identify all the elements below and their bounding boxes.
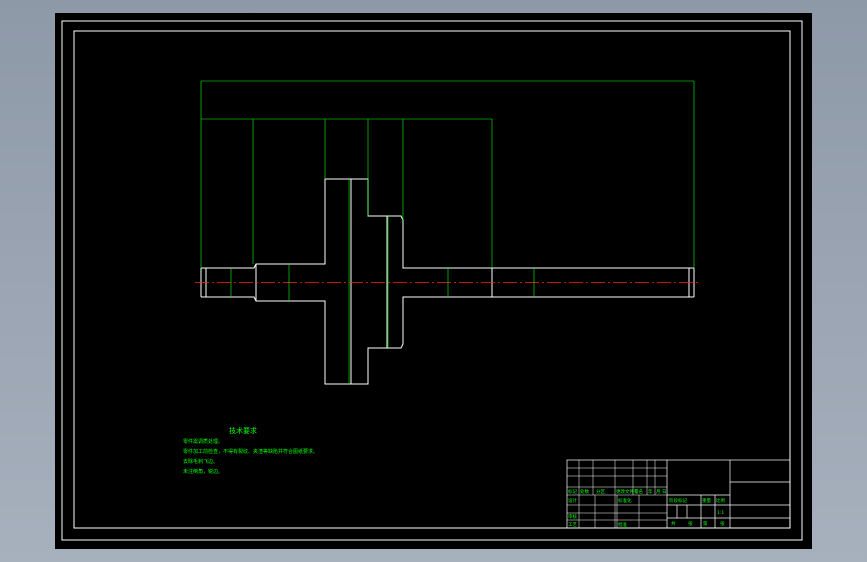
tb-role-design: 设计 bbox=[568, 497, 577, 504]
notes-line-1: 零件需调质处理。 bbox=[183, 438, 223, 445]
tb-label-zone: 分区 bbox=[596, 488, 605, 495]
shaft-part[interactable] bbox=[200, 178, 695, 385]
tb-label-month: 月 bbox=[656, 489, 661, 495]
tb-label-count: 处数 bbox=[580, 488, 589, 495]
shaft-outline-top bbox=[201, 178, 694, 269]
outer-border bbox=[61, 20, 803, 541]
tb-weight-label: 重量 bbox=[702, 497, 711, 504]
tb-role-standard: 标准化 bbox=[618, 497, 632, 504]
notes-line-4: 未注倒角，锐边。 bbox=[183, 468, 223, 475]
cad-workspace: 技术要求 零件需调质处理。 零件加工前检查，不得有裂纹、夹渣等缺陷并符合图纸要求… bbox=[0, 0, 867, 562]
tb-scale-value: 1:1 bbox=[717, 510, 724, 516]
tb-stage-label: 阶段标记 bbox=[669, 497, 687, 504]
tb-sheet-unit-2: 张 bbox=[720, 520, 725, 527]
tb-label-day: 日 bbox=[662, 489, 667, 495]
title-block[interactable]: 标记 处数 分区 更改文件号 签名 年 月 日 设计 标准化 审核 工艺 批准 … bbox=[566, 459, 791, 529]
tb-label-year: 年 bbox=[648, 488, 653, 495]
tb-role-approve: 批准 bbox=[618, 521, 627, 528]
technical-notes[interactable]: 技术要求 零件需调质处理。 零件加工前检查，不得有裂纹、夹渣等缺陷并符合图纸要求… bbox=[183, 426, 318, 475]
inner-border bbox=[73, 30, 791, 529]
tb-scale-label: 比例 bbox=[716, 497, 725, 504]
tb-label-signature: 签名 bbox=[634, 488, 643, 495]
tb-sheet-unit-1: 张 bbox=[688, 520, 693, 527]
tb-sheet-total: 共 bbox=[671, 520, 676, 527]
dimension-group[interactable] bbox=[200, 80, 695, 384]
tb-role-review: 审核 bbox=[568, 513, 577, 520]
drawing-sheet[interactable]: 技术要求 零件需调质处理。 零件加工前检查，不得有裂纹、夹渣等缺陷并符合图纸要求… bbox=[55, 13, 812, 549]
notes-title: 技术要求 bbox=[229, 426, 257, 435]
tb-label-mark: 标记 bbox=[568, 488, 577, 495]
tb-role-process: 工艺 bbox=[568, 522, 577, 528]
drawing-canvas[interactable]: 技术要求 零件需调质处理。 零件加工前检查，不得有裂纹、夹渣等缺陷并符合图纸要求… bbox=[55, 13, 812, 549]
notes-line-2: 零件加工前检查，不得有裂纹、夹渣等缺陷并符合图纸要求。 bbox=[183, 448, 318, 455]
notes-line-3: 去除毛刺飞边。 bbox=[183, 458, 218, 465]
tb-sheet-number: 第 bbox=[703, 520, 708, 527]
shaft-outline-bottom bbox=[201, 296, 694, 385]
